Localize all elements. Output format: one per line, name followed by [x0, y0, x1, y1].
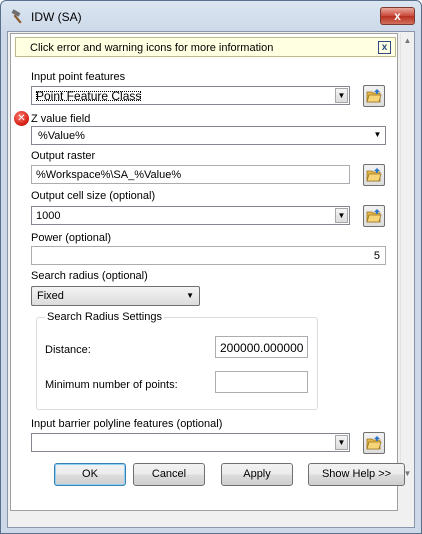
- vertical-scrollbar[interactable]: ▲ ▼: [400, 33, 413, 481]
- input-point-browse-button[interactable]: [363, 85, 385, 107]
- min-points-label: Minimum number of points:: [45, 379, 178, 391]
- chevron-down-icon[interactable]: ▼: [371, 128, 384, 143]
- message-bar[interactable]: Click error and warning icons for more i…: [15, 37, 396, 57]
- cell-size-browse-button[interactable]: [363, 205, 385, 227]
- open-folder-icon: [366, 436, 382, 450]
- search-radius-select[interactable]: Fixed ▼: [31, 286, 200, 306]
- parameters-panel: Click error and warning icons for more i…: [10, 33, 398, 511]
- output-raster-value: %Workspace%\SA_%Value%: [36, 169, 182, 181]
- barrier-label: Input barrier polyline features (optiona…: [31, 418, 223, 430]
- chevron-down-icon: ▼: [186, 291, 194, 300]
- search-radius-value: Fixed: [37, 290, 64, 302]
- dialog-client-area: Click error and warning icons for more i…: [7, 31, 415, 528]
- input-point-label: Input point features: [31, 71, 126, 83]
- cell-size-combo[interactable]: 1000 ▼: [31, 206, 350, 225]
- input-point-value: Point Feature Class: [36, 89, 142, 103]
- distance-label: Distance:: [45, 344, 91, 356]
- apply-button[interactable]: Apply: [221, 463, 293, 486]
- search-radius-label: Search radius (optional): [31, 270, 148, 282]
- chevron-down-icon[interactable]: ▼: [335, 88, 348, 103]
- window-title: IDW (SA): [31, 10, 82, 24]
- distance-value: 200000.000000: [220, 341, 304, 355]
- barrier-browse-button[interactable]: [363, 432, 385, 454]
- show-help-button[interactable]: Show Help >>: [308, 463, 405, 486]
- cell-size-label: Output cell size (optional): [31, 190, 156, 202]
- input-point-combo[interactable]: Point Feature Class ▼: [31, 86, 350, 105]
- search-radius-settings-group: Search Radius Settings Distance: 200000.…: [36, 311, 318, 410]
- open-folder-icon: [366, 168, 382, 182]
- z-value-value: %Value%: [38, 130, 85, 142]
- output-raster-field[interactable]: %Workspace%\SA_%Value%: [31, 165, 350, 184]
- power-field[interactable]: 5: [31, 246, 386, 265]
- open-folder-icon: [366, 89, 382, 103]
- open-folder-icon: [366, 209, 382, 223]
- distance-field[interactable]: 200000.000000: [215, 336, 308, 358]
- message-close-button[interactable]: x: [378, 41, 391, 54]
- cell-size-value: 1000: [36, 210, 61, 222]
- idw-dialog-window: IDW (SA) x Click error and warning icons…: [0, 0, 422, 534]
- power-value: 5: [373, 250, 380, 262]
- ok-button[interactable]: OK: [54, 463, 126, 486]
- barrier-combo[interactable]: ▼: [31, 433, 350, 452]
- group-title: Search Radius Settings: [45, 311, 164, 323]
- hammer-icon: [11, 9, 22, 24]
- chevron-down-icon[interactable]: ▼: [335, 208, 348, 223]
- error-icon[interactable]: ✕: [14, 111, 29, 126]
- message-text: Click error and warning icons for more i…: [30, 42, 274, 54]
- min-points-field[interactable]: [215, 371, 308, 393]
- window-close-button[interactable]: x: [380, 7, 415, 25]
- z-value-label: Z value field: [31, 113, 91, 125]
- cancel-button[interactable]: Cancel: [133, 463, 205, 486]
- title-bar[interactable]: IDW (SA) x: [1, 1, 421, 31]
- power-label: Power (optional): [31, 232, 112, 244]
- output-raster-label: Output raster: [31, 150, 96, 162]
- chevron-down-icon[interactable]: ▼: [335, 435, 348, 450]
- output-raster-browse-button[interactable]: [363, 164, 385, 186]
- z-value-combo[interactable]: %Value% ▼: [31, 126, 386, 145]
- scroll-up-icon[interactable]: ▲: [403, 36, 412, 45]
